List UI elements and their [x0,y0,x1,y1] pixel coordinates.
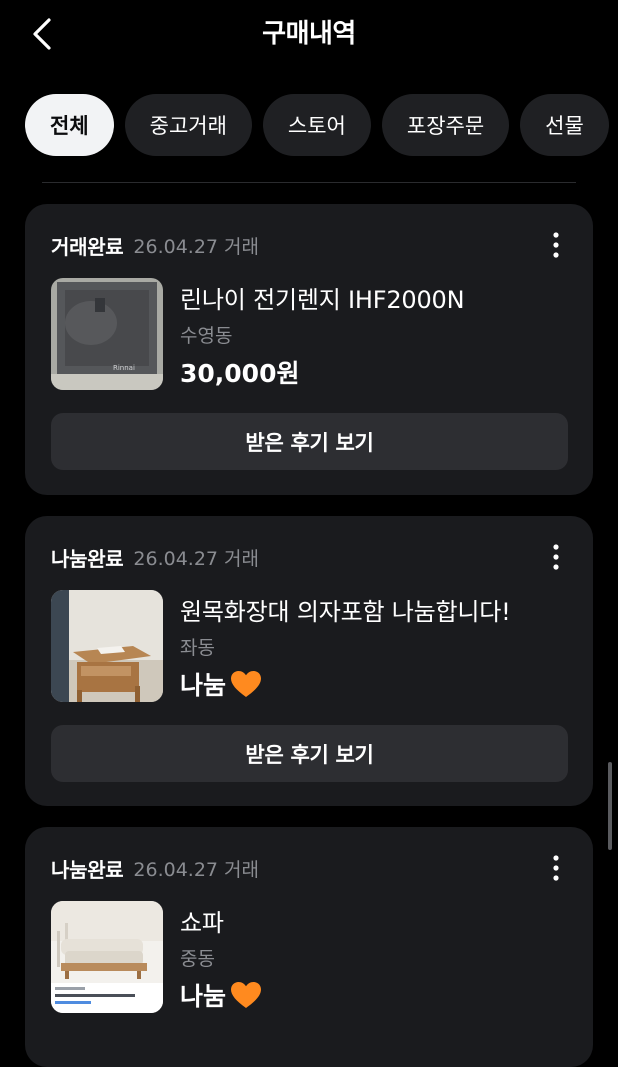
orange-heart-icon [231,981,262,1008]
order-header: 거래완료 26.04.27 거래 [51,230,259,260]
more-options-button[interactable] [541,540,571,574]
orange-heart-icon [231,670,262,697]
product-price: 나눔 [180,666,262,702]
divider [42,182,576,183]
order-status: 나눔완료 [51,857,124,882]
product-location: 수영동 [180,325,233,347]
more-vertical-icon [553,855,559,881]
more-options-button[interactable] [541,228,571,262]
view-review-button[interactable]: 받은 후기 보기 [51,725,568,782]
order-date: 26.04.27 거래 [133,858,260,881]
product-title: 쇼파 [180,909,224,937]
order-card[interactable]: 거래완료 26.04.27 거래 Rinnai 린나이 전기렌지 IHF2000… [25,204,593,495]
product-price: 30,000원 [180,354,299,390]
more-vertical-icon [553,232,559,258]
svg-text:Rinnai: Rinnai [113,364,135,372]
price-text: 나눔 [180,982,227,1011]
product-price: 나눔 [180,977,262,1013]
product-location: 좌동 [180,637,215,659]
product-thumbnail[interactable] [51,901,163,1013]
order-date: 26.04.27 거래 [133,235,260,258]
view-review-button[interactable]: 받은 후기 보기 [51,413,568,470]
filter-chip-store[interactable]: 스토어 [262,94,371,156]
order-header: 나눔완료 26.04.27 거래 [51,542,259,572]
app-header: 구매내역 [0,0,618,70]
scrollbar[interactable] [608,762,612,850]
filter-chip-gift[interactable]: 선물 [520,94,609,156]
price-text: 나눔 [180,671,227,700]
filter-chip-all[interactable]: 전체 [25,94,114,156]
order-card[interactable]: 나눔완료 26.04.27 거래 원목화장대 의자포함 나눔합니다! 좌동 나눔… [25,516,593,806]
order-status: 거래완료 [51,234,124,259]
product-title: 린나이 전기렌지 IHF2000N [180,286,465,314]
more-vertical-icon [553,544,559,570]
more-options-button[interactable] [541,851,571,885]
filter-chip-bar: 전체 중고거래 스토어 포장주문 선물 [25,94,618,158]
filter-chip-secondhand[interactable]: 중고거래 [124,94,252,156]
order-card[interactable]: 나눔완료 26.04.27 거래 쇼파 중동 나눔 [25,827,593,1067]
page-title: 구매내역 [262,19,356,49]
price-text: 30,000원 [180,359,300,388]
product-location: 중동 [180,948,215,970]
order-header: 나눔완료 26.04.27 거래 [51,853,259,883]
filter-chip-takeout[interactable]: 포장주문 [381,94,510,156]
product-title: 원목화장대 의자포함 나눔합니다! [180,598,511,626]
product-thumbnail[interactable] [51,590,163,702]
order-date: 26.04.27 거래 [133,547,260,570]
order-status: 나눔완료 [51,546,124,571]
product-thumbnail[interactable]: Rinnai [51,278,163,390]
